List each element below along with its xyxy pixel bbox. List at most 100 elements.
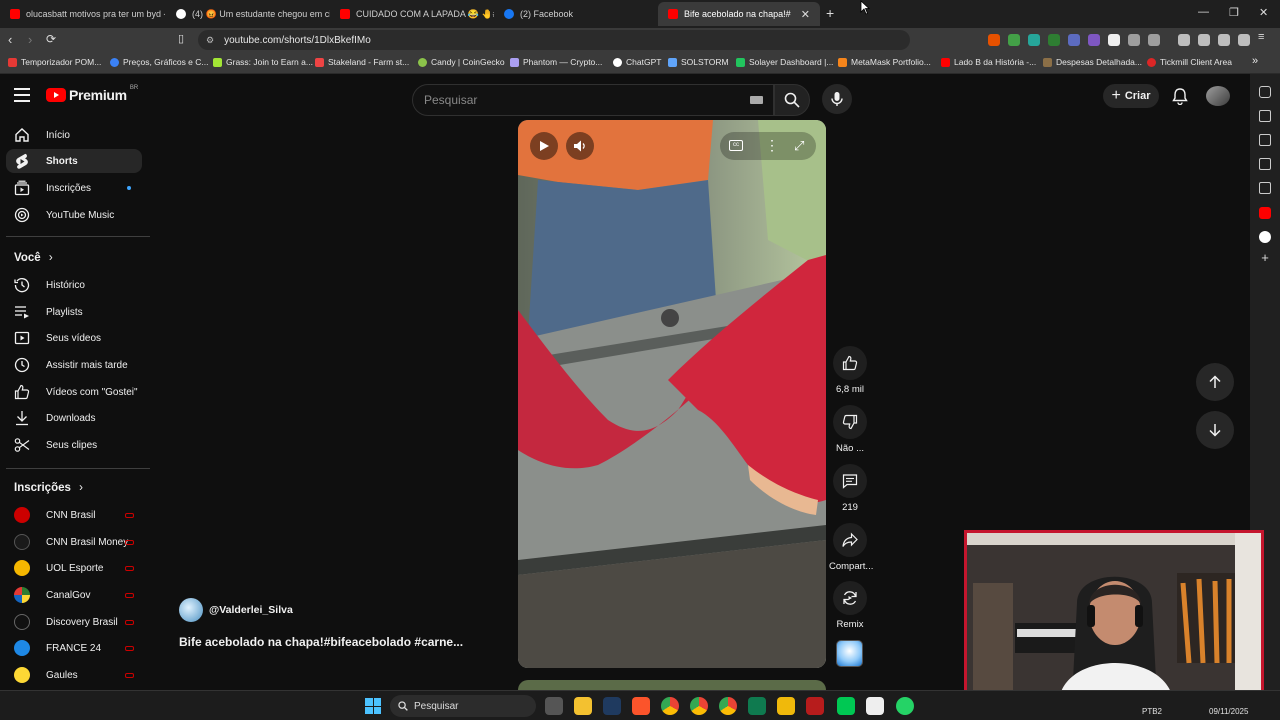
browser-tab[interactable]: CUIDADO COM A LAPADA 😂 🤚#e xyxy=(330,2,494,26)
app-icon[interactable] xyxy=(837,697,855,715)
bookmark-item[interactable]: Grass: Join to Earn a... xyxy=(213,57,313,67)
app-icon[interactable] xyxy=(603,697,621,715)
play-button[interactable] xyxy=(530,132,558,160)
sidebar-item-watch-later[interactable]: Assistir mais tarde xyxy=(6,353,142,377)
remix-button[interactable]: Remix xyxy=(829,581,871,630)
search-button[interactable] xyxy=(774,84,810,116)
short-title[interactable]: Bife acebolado na chapa!#bifeacebolado #… xyxy=(179,635,463,649)
task-view-icon[interactable] xyxy=(545,697,563,715)
language-indicator[interactable]: PTB2 xyxy=(1142,707,1162,716)
bookmark-item[interactable]: Despesas Detalhada... xyxy=(1043,57,1142,67)
sidebar-item-history[interactable]: Histórico xyxy=(6,273,142,297)
clock-date[interactable]: 09/11/2025 xyxy=(1209,707,1248,716)
wallet-icon[interactable] xyxy=(1148,34,1160,46)
extension-icon[interactable] xyxy=(1108,34,1120,46)
app-icon[interactable] xyxy=(748,697,766,715)
sidebar-item-liked-videos[interactable]: Vídeos com "Gostei" xyxy=(6,380,142,404)
youtube-panel-icon[interactable] xyxy=(1259,207,1271,219)
app-icon[interactable] xyxy=(806,697,824,715)
puzzle-icon[interactable] xyxy=(1128,34,1140,46)
subscription-channel[interactable]: CanalGov xyxy=(6,583,142,607)
search-input[interactable]: Pesquisar xyxy=(412,84,774,116)
you-section-heading[interactable]: Você › xyxy=(14,252,53,264)
menu-icon[interactable]: ≡ xyxy=(1258,31,1270,43)
sidebar-item-your-videos[interactable]: Seus vídeos xyxy=(6,326,142,350)
media-panel-icon[interactable] xyxy=(1259,231,1271,243)
sidebar-item-shorts[interactable]: Shorts xyxy=(6,149,142,173)
short-video-player[interactable]: cc ⋮ ⤢ xyxy=(518,120,826,668)
extension-icon[interactable] xyxy=(1088,34,1100,46)
sound-thumbnail[interactable] xyxy=(836,640,863,667)
add-panel-icon[interactable]: + xyxy=(1259,251,1271,264)
bookmark-item[interactable]: SOLSTORM xyxy=(668,57,729,67)
subscription-channel[interactable]: Gaules xyxy=(6,663,142,687)
new-tab-button[interactable]: + xyxy=(826,5,834,21)
bookmark-item[interactable]: Tickmill Client Area xyxy=(1147,57,1232,67)
voice-search-button[interactable] xyxy=(822,84,852,114)
chrome-icon[interactable] xyxy=(719,697,737,715)
whatsapp-icon[interactable] xyxy=(896,697,914,715)
leo-icon[interactable] xyxy=(1218,34,1230,46)
keyboard-icon[interactable] xyxy=(750,96,763,104)
subscription-channel[interactable]: UOL Esporte xyxy=(6,556,142,580)
subscription-channel[interactable]: Discovery Brasil xyxy=(6,610,142,634)
notifications-icon[interactable] xyxy=(1172,88,1188,110)
comments-button[interactable]: 219 xyxy=(829,464,871,513)
bookmark-item[interactable]: Phantom — Crypto... xyxy=(510,57,602,67)
site-info-icon[interactable]: ⚙ xyxy=(206,35,214,46)
extension-icon[interactable] xyxy=(1028,34,1040,46)
hamburger-menu-icon[interactable] xyxy=(14,88,30,102)
browser-tab[interactable]: (2) Facebook xyxy=(494,2,658,26)
bookmark-item[interactable]: ChatGPT xyxy=(613,57,661,67)
close-window-icon[interactable]: ✕ xyxy=(1259,6,1268,19)
minimize-icon[interactable]: — xyxy=(1198,6,1209,18)
file-explorer-icon[interactable] xyxy=(574,697,592,715)
address-bar[interactable]: ⚙ youtube.com/shorts/1DlxBkefIMo xyxy=(198,30,910,50)
binance-icon[interactable] xyxy=(777,697,795,715)
shield-icon[interactable] xyxy=(1238,34,1250,46)
more-bookmarks-icon[interactable]: » xyxy=(1252,55,1258,67)
dislike-button[interactable]: Não ... xyxy=(829,405,871,454)
sidebar-item-playlists[interactable]: Playlists xyxy=(6,300,142,324)
browser-tab-active[interactable]: Bife acebolado na chapa!#bifea ✕ xyxy=(658,2,820,26)
captions-icon[interactable]: cc xyxy=(729,140,743,151)
sidebar-item-downloads[interactable]: Downloads xyxy=(6,406,142,430)
music-icon[interactable] xyxy=(1178,34,1190,46)
bookmark-item[interactable]: Solayer Dashboard |... xyxy=(736,57,833,67)
bookmarks-panel-icon[interactable] xyxy=(1259,158,1271,170)
leo-ai-icon[interactable] xyxy=(1259,86,1271,98)
browser-tab[interactable]: (4) 😡 Um estudante chegou em cim xyxy=(166,2,330,26)
create-button[interactable]: + Criar xyxy=(1103,84,1159,108)
more-options-icon[interactable]: ⋮ xyxy=(765,137,779,153)
start-button[interactable] xyxy=(365,698,381,714)
browser-tab[interactable]: olucasbatt motivos pra ter um byd - xyxy=(0,2,165,26)
subscription-channel[interactable]: CNN Brasil xyxy=(6,503,142,527)
next-short-button[interactable] xyxy=(1196,411,1234,449)
sidebar-item-clips[interactable]: Seus clipes xyxy=(6,433,142,457)
extension-icon[interactable] xyxy=(1008,34,1020,46)
sidebar-panel-icon[interactable] xyxy=(1259,110,1271,122)
sidebar-item-home[interactable]: Início xyxy=(6,123,142,147)
bookmark-item[interactable]: MetaMask Portfolio... xyxy=(838,57,931,67)
subscriptions-section-heading[interactable]: Inscrições › xyxy=(14,482,83,494)
subscription-channel[interactable]: FRANCE 24 xyxy=(6,636,142,660)
reload-icon[interactable]: ⟳ xyxy=(46,32,56,46)
previous-short-button[interactable] xyxy=(1196,363,1234,401)
sidebar-item-youtube-music[interactable]: YouTube Music xyxy=(6,203,142,227)
extension-icon[interactable] xyxy=(988,34,1000,46)
brave-icon[interactable] xyxy=(632,697,650,715)
bookmark-item[interactable]: Candy | CoinGecko xyxy=(418,57,505,67)
close-tab-icon[interactable]: ✕ xyxy=(801,8,810,21)
app-icon[interactable] xyxy=(866,697,884,715)
avatar[interactable] xyxy=(1206,86,1230,106)
sidebar-item-subscriptions[interactable]: Inscrições xyxy=(6,176,142,200)
bookmark-item[interactable]: Temporizador POM... xyxy=(8,57,101,67)
short-channel[interactable]: @Valderlei_Silva xyxy=(179,598,293,622)
forward-icon[interactable]: › xyxy=(28,32,32,47)
bookmark-icon[interactable]: ▯ xyxy=(178,32,184,45)
reading-list-icon[interactable] xyxy=(1259,182,1271,194)
subscription-channel[interactable]: CNN Brasil Money xyxy=(6,530,142,554)
sidebar-icon[interactable] xyxy=(1198,34,1210,46)
bookmark-item[interactable]: Lado B da História -... xyxy=(941,57,1036,67)
like-button[interactable]: 6,8 mil xyxy=(829,346,871,395)
